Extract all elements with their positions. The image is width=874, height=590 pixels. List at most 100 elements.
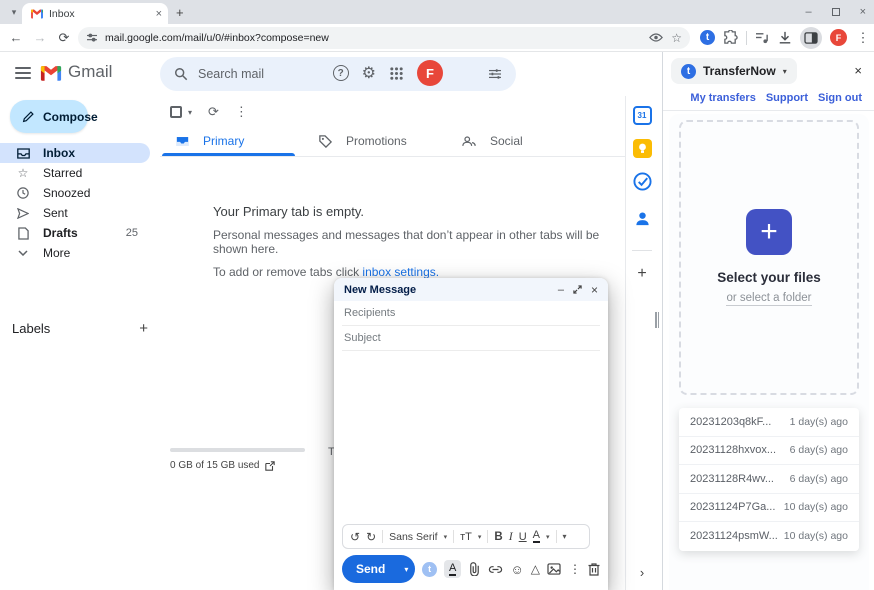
insert-drive-icon[interactable]: △	[531, 562, 540, 576]
tab-social[interactable]: Social	[446, 126, 589, 156]
bookmark-star-icon[interactable]: ☆	[671, 31, 682, 45]
chevron-down-icon[interactable]: ▾	[444, 533, 448, 541]
bold-button[interactable]: B	[494, 531, 502, 543]
attach-file-icon[interactable]	[468, 562, 481, 576]
underline-button[interactable]: U	[519, 531, 527, 543]
compose-button[interactable]: Compose	[10, 100, 88, 133]
compose-header[interactable]: New Message – ×	[334, 278, 608, 301]
compose-popout-icon[interactable]	[573, 285, 582, 294]
sidebar-item-starred[interactable]: ☆ Starred	[0, 163, 150, 183]
font-size-icon[interactable]: тT	[460, 531, 472, 543]
browser-profile-avatar[interactable]: F	[830, 29, 847, 46]
keep-icon[interactable]	[633, 139, 652, 158]
site-settings-icon[interactable]	[86, 33, 98, 43]
labels-header: Labels +	[12, 320, 148, 337]
inbox-settings-link[interactable]: inbox settings.	[362, 265, 439, 279]
sidebar-item-inbox[interactable]: Inbox	[0, 143, 150, 163]
more-formatting-icon[interactable]: ▾	[563, 532, 567, 541]
discard-draft-icon[interactable]	[588, 562, 600, 576]
apps-grid-icon[interactable]	[389, 66, 404, 81]
settings-gear-icon[interactable]: ⚙	[362, 63, 376, 83]
insert-emoji-icon[interactable]: ☺	[510, 562, 523, 577]
contacts-icon[interactable]	[634, 210, 651, 232]
support-link[interactable]: Support	[766, 92, 808, 104]
sidebar-item-sent[interactable]: Sent	[0, 203, 150, 223]
back-icon[interactable]: ←	[4, 30, 28, 45]
panel-close-icon[interactable]: ×	[854, 63, 862, 78]
file-dropzone[interactable]: + Select your files or select a folder	[679, 120, 859, 395]
sidebar-item-snoozed[interactable]: Snoozed	[0, 183, 150, 203]
sidebar-label: More	[43, 246, 150, 260]
media-controls-icon[interactable]	[755, 31, 770, 44]
my-transfers-link[interactable]: My transfers	[690, 92, 755, 104]
downloads-icon[interactable]	[778, 31, 792, 45]
sidebar-item-drafts[interactable]: Drafts 25	[0, 223, 150, 243]
open-in-new-icon[interactable]	[265, 461, 275, 471]
panel-resize-handle[interactable]	[655, 312, 660, 328]
recipients-field[interactable]: Recipients	[342, 301, 600, 326]
window-close-icon[interactable]: ×	[860, 6, 866, 18]
tasks-icon[interactable]	[633, 172, 652, 196]
redo-icon[interactable]: ↻	[366, 530, 376, 544]
tab-search-icon[interactable]: ▾	[6, 4, 22, 20]
font-family-selector[interactable]: Sans Serif	[389, 531, 437, 543]
tab-primary[interactable]: Primary	[160, 126, 303, 156]
send-options-icon[interactable]: ▾	[396, 565, 415, 574]
extensions-puzzle-icon[interactable]	[723, 30, 738, 45]
browser-tab[interactable]: Inbox ×	[22, 3, 168, 24]
get-addons-icon[interactable]: +	[637, 265, 646, 283]
send-button[interactable]: Send ▾	[342, 555, 415, 583]
window-minimize-icon[interactable]: –	[805, 6, 811, 18]
help-icon[interactable]: ?	[333, 65, 349, 81]
gmail-account-avatar[interactable]: F	[417, 60, 443, 86]
search-options-icon[interactable]	[488, 68, 502, 80]
formatting-a-icon: A	[449, 563, 456, 576]
eye-icon[interactable]	[649, 32, 663, 43]
sign-out-link[interactable]: Sign out	[818, 92, 862, 104]
more-options-icon[interactable]: ⋮	[569, 562, 581, 576]
insert-link-icon[interactable]	[488, 565, 503, 574]
tab-promotions[interactable]: Promotions	[303, 126, 446, 156]
add-files-button[interactable]: +	[746, 209, 792, 255]
sidebar-item-more[interactable]: More	[0, 243, 150, 263]
tab-close-icon[interactable]: ×	[156, 8, 162, 20]
collapse-panel-icon[interactable]: ›	[640, 565, 644, 580]
text-color-button[interactable]: A	[533, 530, 540, 543]
transfer-list-item[interactable]: 20231124P7Ga... 10 day(s) ago	[679, 494, 859, 523]
calendar-icon[interactable]: 31	[633, 106, 652, 125]
clock-icon	[16, 187, 30, 199]
transfer-list-item[interactable]: 20231128hxvox... 6 day(s) ago	[679, 437, 859, 466]
browser-menu-icon[interactable]: ⋮	[855, 30, 871, 46]
chevron-down-icon[interactable]: ▾	[546, 533, 550, 541]
formatting-options-button[interactable]: A	[444, 560, 462, 578]
new-tab-button[interactable]: +	[176, 5, 184, 20]
window-maximize-icon[interactable]	[832, 8, 840, 16]
select-folder-link[interactable]: or select a folder	[726, 292, 811, 306]
create-label-icon[interactable]: +	[139, 320, 148, 337]
transfer-list-item[interactable]: 20231128R4wv... 6 day(s) ago	[679, 465, 859, 494]
side-panel-button[interactable]	[800, 27, 822, 49]
message-body-field[interactable]	[342, 352, 600, 522]
address-bar[interactable]: mail.google.com/mail/u/0/#inbox?compose=…	[78, 27, 690, 49]
transfernow-header-dropdown[interactable]: t TransferNow ▾	[671, 58, 797, 84]
select-caret-icon[interactable]: ▾	[188, 108, 192, 117]
url-text[interactable]: mail.google.com/mail/u/0/#inbox?compose=…	[105, 32, 649, 44]
compose-minimize-icon[interactable]: –	[558, 284, 564, 296]
undo-icon[interactable]: ↺	[350, 530, 360, 544]
select-all-checkbox[interactable]	[170, 106, 182, 118]
transfernow-extension-icon[interactable]: t	[700, 30, 715, 45]
reload-icon[interactable]: ⟳	[52, 30, 76, 46]
compose-close-icon[interactable]: ×	[591, 283, 598, 297]
insert-photo-icon[interactable]	[547, 563, 561, 575]
list-more-icon[interactable]: ⋮	[235, 104, 248, 120]
transfer-list-item[interactable]: 20231203q8kF... 1 day(s) ago	[679, 408, 859, 437]
subject-field[interactable]: Subject	[342, 326, 600, 351]
italic-button[interactable]: I	[509, 529, 513, 544]
main-menu-icon[interactable]	[15, 67, 31, 79]
forward-icon[interactable]: →	[28, 30, 52, 45]
chevron-down-icon[interactable]: ▾	[478, 533, 482, 541]
transfer-list-item[interactable]: 20231124psmW... 10 day(s) ago	[679, 522, 859, 551]
transfernow-attach-icon[interactable]: t	[422, 562, 437, 577]
refresh-icon[interactable]: ⟳	[208, 104, 219, 120]
search-icon[interactable]	[174, 67, 188, 81]
